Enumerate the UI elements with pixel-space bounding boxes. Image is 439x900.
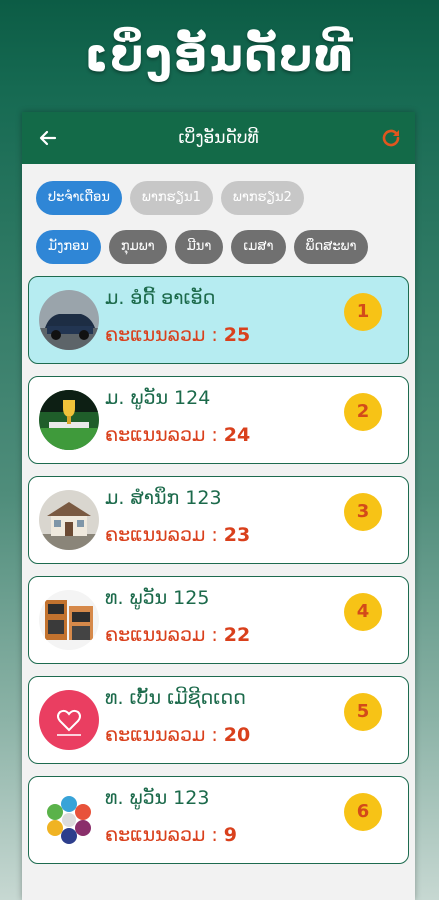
total-score-label: ຄະແນນລວມ : xyxy=(105,824,224,846)
total-score-label: ຄະແນນລວມ : xyxy=(105,724,224,746)
month-chip-march[interactable]: ມີນາ xyxy=(174,230,224,264)
ranking-list: ມ. ອໍດີ້ ອາເອັດ ຄະແນນລວມ : 25 1 ມ. ພູວັນ… xyxy=(22,276,415,864)
shop-photo-avatar xyxy=(39,590,99,650)
rank-badge: 3 xyxy=(344,493,382,531)
ranking-card[interactable]: ມ. ສໍານຶກ 123 ຄະແນນລວມ : 23 3 xyxy=(28,476,409,564)
hexagon-logo-avatar xyxy=(39,790,99,850)
filter-chip-semester-1[interactable]: ພາກຮຽນ1 xyxy=(129,181,213,215)
total-score-label: ຄະແນນລວມ : xyxy=(105,524,224,546)
total-score-label: ຄະແນນລວມ : xyxy=(105,324,224,346)
ranking-card[interactable]: ທ. ພູວັນ 125 ຄະແນນລວມ : 22 4 xyxy=(28,576,409,664)
ranking-card[interactable]: ທ. ພູວັນ 123 ຄະແນນລວມ : 9 6 xyxy=(28,776,409,864)
rank-badge: 1 xyxy=(344,293,382,331)
arrow-left-icon xyxy=(39,130,57,146)
rank-badge: 4 xyxy=(344,593,382,631)
filter-chip-semester-2[interactable]: ພາກຮຽນ2 xyxy=(220,181,304,215)
total-score-value: 24 xyxy=(223,424,251,446)
total-score-label: ຄະແນນລວມ : xyxy=(105,624,224,646)
total-score: ຄະແນນລວມ : 9 xyxy=(105,824,237,846)
ranking-card[interactable]: ມ. ພູວັນ 124 ຄະແນນລວມ : 24 2 xyxy=(28,376,409,464)
month-chip-may[interactable]: ພຶດສະພາ xyxy=(293,230,369,264)
heart-logo-avatar xyxy=(39,690,99,750)
total-score: ຄະແນນລວມ : 20 xyxy=(105,724,250,746)
rank-badge: 2 xyxy=(344,393,382,431)
total-score: ຄະແນນລວມ : 23 xyxy=(105,524,250,546)
total-score-value: 22 xyxy=(223,624,251,646)
banner: ເບິ່ງອັນດັບທີ xyxy=(0,0,439,110)
filter-chip-monthly[interactable]: ປະຈຳເດືອນ xyxy=(36,181,122,215)
month-filter-row: ມັງກອນ ກຸມພາ ມີນາ ເມສາ ພຶດສະພາ xyxy=(22,230,415,264)
participant-name: ມ. ສໍານຶກ 123 xyxy=(105,487,222,509)
month-chip-february[interactable]: ກຸມພາ xyxy=(108,230,167,264)
ranking-card[interactable]: ທ. ເບັ້ນ ເມີຊີດເດດ ຄະແນນລວມ : 20 5 xyxy=(28,676,409,764)
house-photo-avatar xyxy=(39,490,99,550)
total-score-value: 20 xyxy=(223,724,251,746)
total-score-value: 23 xyxy=(223,524,251,546)
month-chip-january[interactable]: ມັງກອນ xyxy=(36,230,101,264)
ranking-card[interactable]: ມ. ອໍດີ້ ອາເອັດ ຄະແນນລວມ : 25 1 xyxy=(28,276,409,364)
refresh-button[interactable] xyxy=(377,124,405,152)
participant-name: ທ. ພູວັນ 125 xyxy=(105,587,210,609)
rank-badge: 6 xyxy=(344,793,382,831)
month-chip-april[interactable]: ເມສາ xyxy=(231,230,286,264)
period-filter-row: ປະຈຳເດືອນ ພາກຮຽນ1 ພາກຮຽນ2 xyxy=(22,181,415,215)
page-title: ເບິ່ງອັນດັບທີ xyxy=(178,128,259,148)
banner-title: ເບິ່ງອັນດັບທີ xyxy=(84,28,355,82)
total-score-value: 25 xyxy=(223,324,251,346)
total-score-label: ຄະແນນລວມ : xyxy=(105,424,224,446)
app-screen: ເບິ່ງອັນດັບທີ ປະຈຳເດືອນ ພາກຮຽນ1 ພາກຮຽນ2 ມັ… xyxy=(22,112,415,900)
total-score: ຄະແນນລວມ : 24 xyxy=(105,424,250,446)
participant-name: ມ. ພູວັນ 124 xyxy=(105,387,211,409)
back-button[interactable] xyxy=(22,112,74,164)
rank-badge: 5 xyxy=(344,693,382,731)
total-score-value: 9 xyxy=(223,824,238,846)
participant-name: ມ. ອໍດີ້ ອາເອັດ xyxy=(105,287,216,309)
total-score: ຄະແນນລວມ : 22 xyxy=(105,624,250,646)
app-bar: ເບິ່ງອັນດັບທີ xyxy=(22,112,415,164)
trophy-stadium-photo-avatar xyxy=(39,390,99,450)
participant-name: ທ. ພູວັນ 123 xyxy=(105,787,210,809)
car-photo-avatar xyxy=(39,290,99,350)
participant-name: ທ. ເບັ້ນ ເມີຊີດເດດ xyxy=(105,687,246,709)
total-score: ຄະແນນລວມ : 25 xyxy=(105,324,250,346)
refresh-icon xyxy=(382,129,400,147)
